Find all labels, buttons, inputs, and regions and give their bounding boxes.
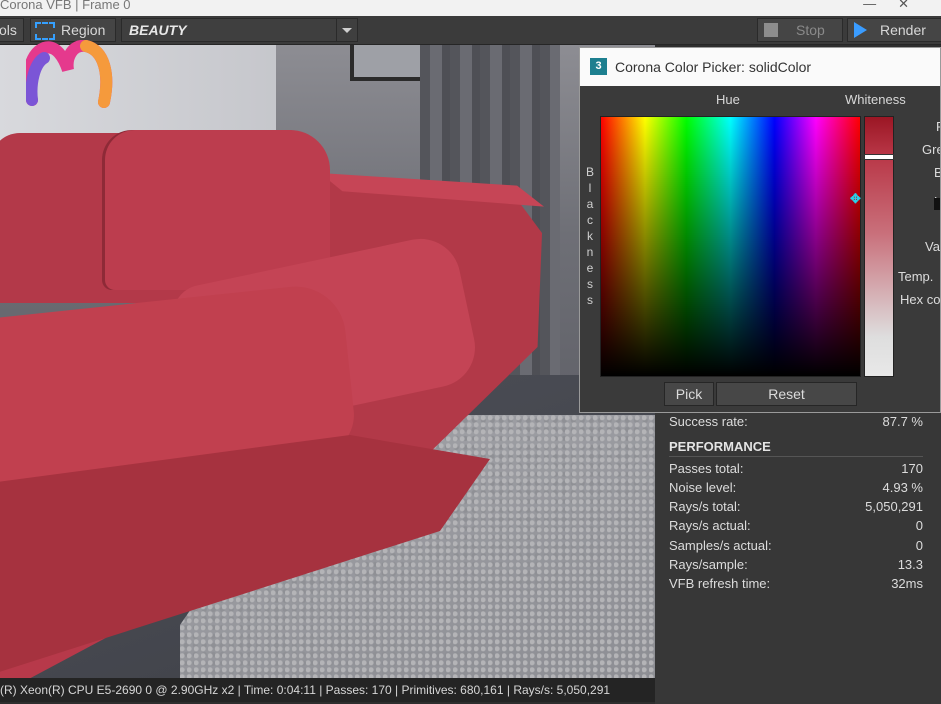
whiteness-label: Whiteness — [845, 92, 906, 107]
play-icon — [854, 22, 867, 38]
stats-row: Rays/s actual: 0 — [669, 518, 923, 536]
stats-label: Success rate: — [669, 414, 748, 429]
region-select-icon — [35, 22, 55, 40]
color-picker-dialog: 3 Corona Color Picker: solidColor Hue Wh… — [579, 47, 941, 413]
tools-label: ols — [0, 22, 17, 38]
stats-value: 87.7 % — [882, 414, 923, 429]
render-pass-select[interactable]: BEAUTY — [121, 18, 358, 42]
color-picker-title: Corona Color Picker: solidColor — [615, 59, 812, 75]
field-label-b: B — [934, 165, 940, 180]
chevron-down-icon[interactable] — [336, 19, 357, 41]
stats-value: 0 — [915, 538, 923, 553]
crosshair-icon[interactable]: ✥ — [850, 191, 861, 207]
render-viewport[interactable] — [0, 45, 655, 678]
stats-value: 4.93 % — [882, 480, 923, 495]
color-picker-titlebar[interactable]: 3 Corona Color Picker: solidColor — [580, 48, 940, 86]
hue-blackness-spectrum[interactable]: ✥ — [600, 116, 861, 377]
render-pass-value: BEAUTY — [129, 22, 187, 38]
region-button[interactable]: Region — [30, 18, 116, 42]
field-input-h[interactable] — [934, 198, 940, 210]
render-button[interactable]: Render — [847, 18, 941, 42]
stats-row: Samples/s actual: 0 — [669, 538, 923, 556]
reset-label: Reset — [768, 386, 805, 402]
window-title: Corona VFB | Frame 0 — [0, 0, 131, 12]
stats-row: VFB refresh time: 32ms — [669, 576, 923, 594]
pick-label: Pick — [675, 386, 703, 402]
whiteness-slider-handle[interactable] — [864, 154, 894, 160]
stats-value: 170 — [901, 461, 923, 476]
field-label-hex-code: Hex co — [900, 292, 941, 307]
stats-value: 5,050,291 — [865, 499, 923, 514]
stats-row: Passes total: 170 — [669, 461, 923, 479]
stop-button[interactable]: Stop — [757, 18, 843, 42]
stats-label: Rays/s total: — [669, 499, 741, 514]
stats-row: Rays/sample: 13.3 — [669, 557, 923, 575]
stats-row: Success rate: 87.7 % — [669, 414, 923, 432]
region-label: Region — [61, 22, 106, 38]
stats-row: Noise level: 4.93 % — [669, 480, 923, 498]
reset-button[interactable]: Reset — [716, 382, 857, 406]
stop-icon — [764, 23, 778, 37]
pick-button[interactable]: Pick — [664, 382, 714, 406]
render-stats-panel: Success rate: 87.7 % PERFORMANCE Passes … — [655, 412, 941, 704]
blackness-label: Blackness — [585, 165, 594, 307]
watermark-logo — [26, 40, 113, 108]
hue-label: Hue — [716, 92, 740, 107]
stats-label: Samples/s actual: — [669, 538, 772, 553]
stats-label: Rays/sample: — [669, 557, 748, 572]
render-status-bar: (R) Xeon(R) CPU E5-2690 0 @ 2.90GHz x2 |… — [0, 678, 655, 702]
stats-label: VFB refresh time: — [669, 576, 771, 591]
stats-row: Rays/s total: 5,050,291 — [669, 499, 923, 517]
stats-value: 13.3 — [897, 557, 923, 572]
window-titlebar: Corona VFB | Frame 0 —✕ — [0, 0, 941, 16]
field-label-temperature: Temp. — [898, 269, 934, 284]
stats-value: 0 — [915, 518, 923, 533]
stats-label: Noise level: — [669, 480, 737, 495]
tools-button[interactable]: ols — [0, 18, 24, 42]
render-label: Render — [880, 22, 926, 38]
stats-label: Passes total: — [669, 461, 744, 476]
stop-label: Stop — [796, 22, 825, 38]
performance-section-title: PERFORMANCE — [669, 439, 923, 457]
stats-label: Rays/s actual: — [669, 518, 751, 533]
vfb-toolbar: ols Region BEAUTY Stop Render — [0, 16, 941, 45]
stats-value: 32ms — [891, 576, 923, 591]
whiteness-slider[interactable] — [864, 116, 894, 377]
field-label-value: Va — [925, 239, 940, 254]
field-label-r: R — [936, 119, 940, 134]
field-label-green: Gre — [922, 142, 940, 157]
corona-app-icon: 3 — [590, 58, 607, 75]
window-controls[interactable]: —✕ — [863, 0, 931, 12]
